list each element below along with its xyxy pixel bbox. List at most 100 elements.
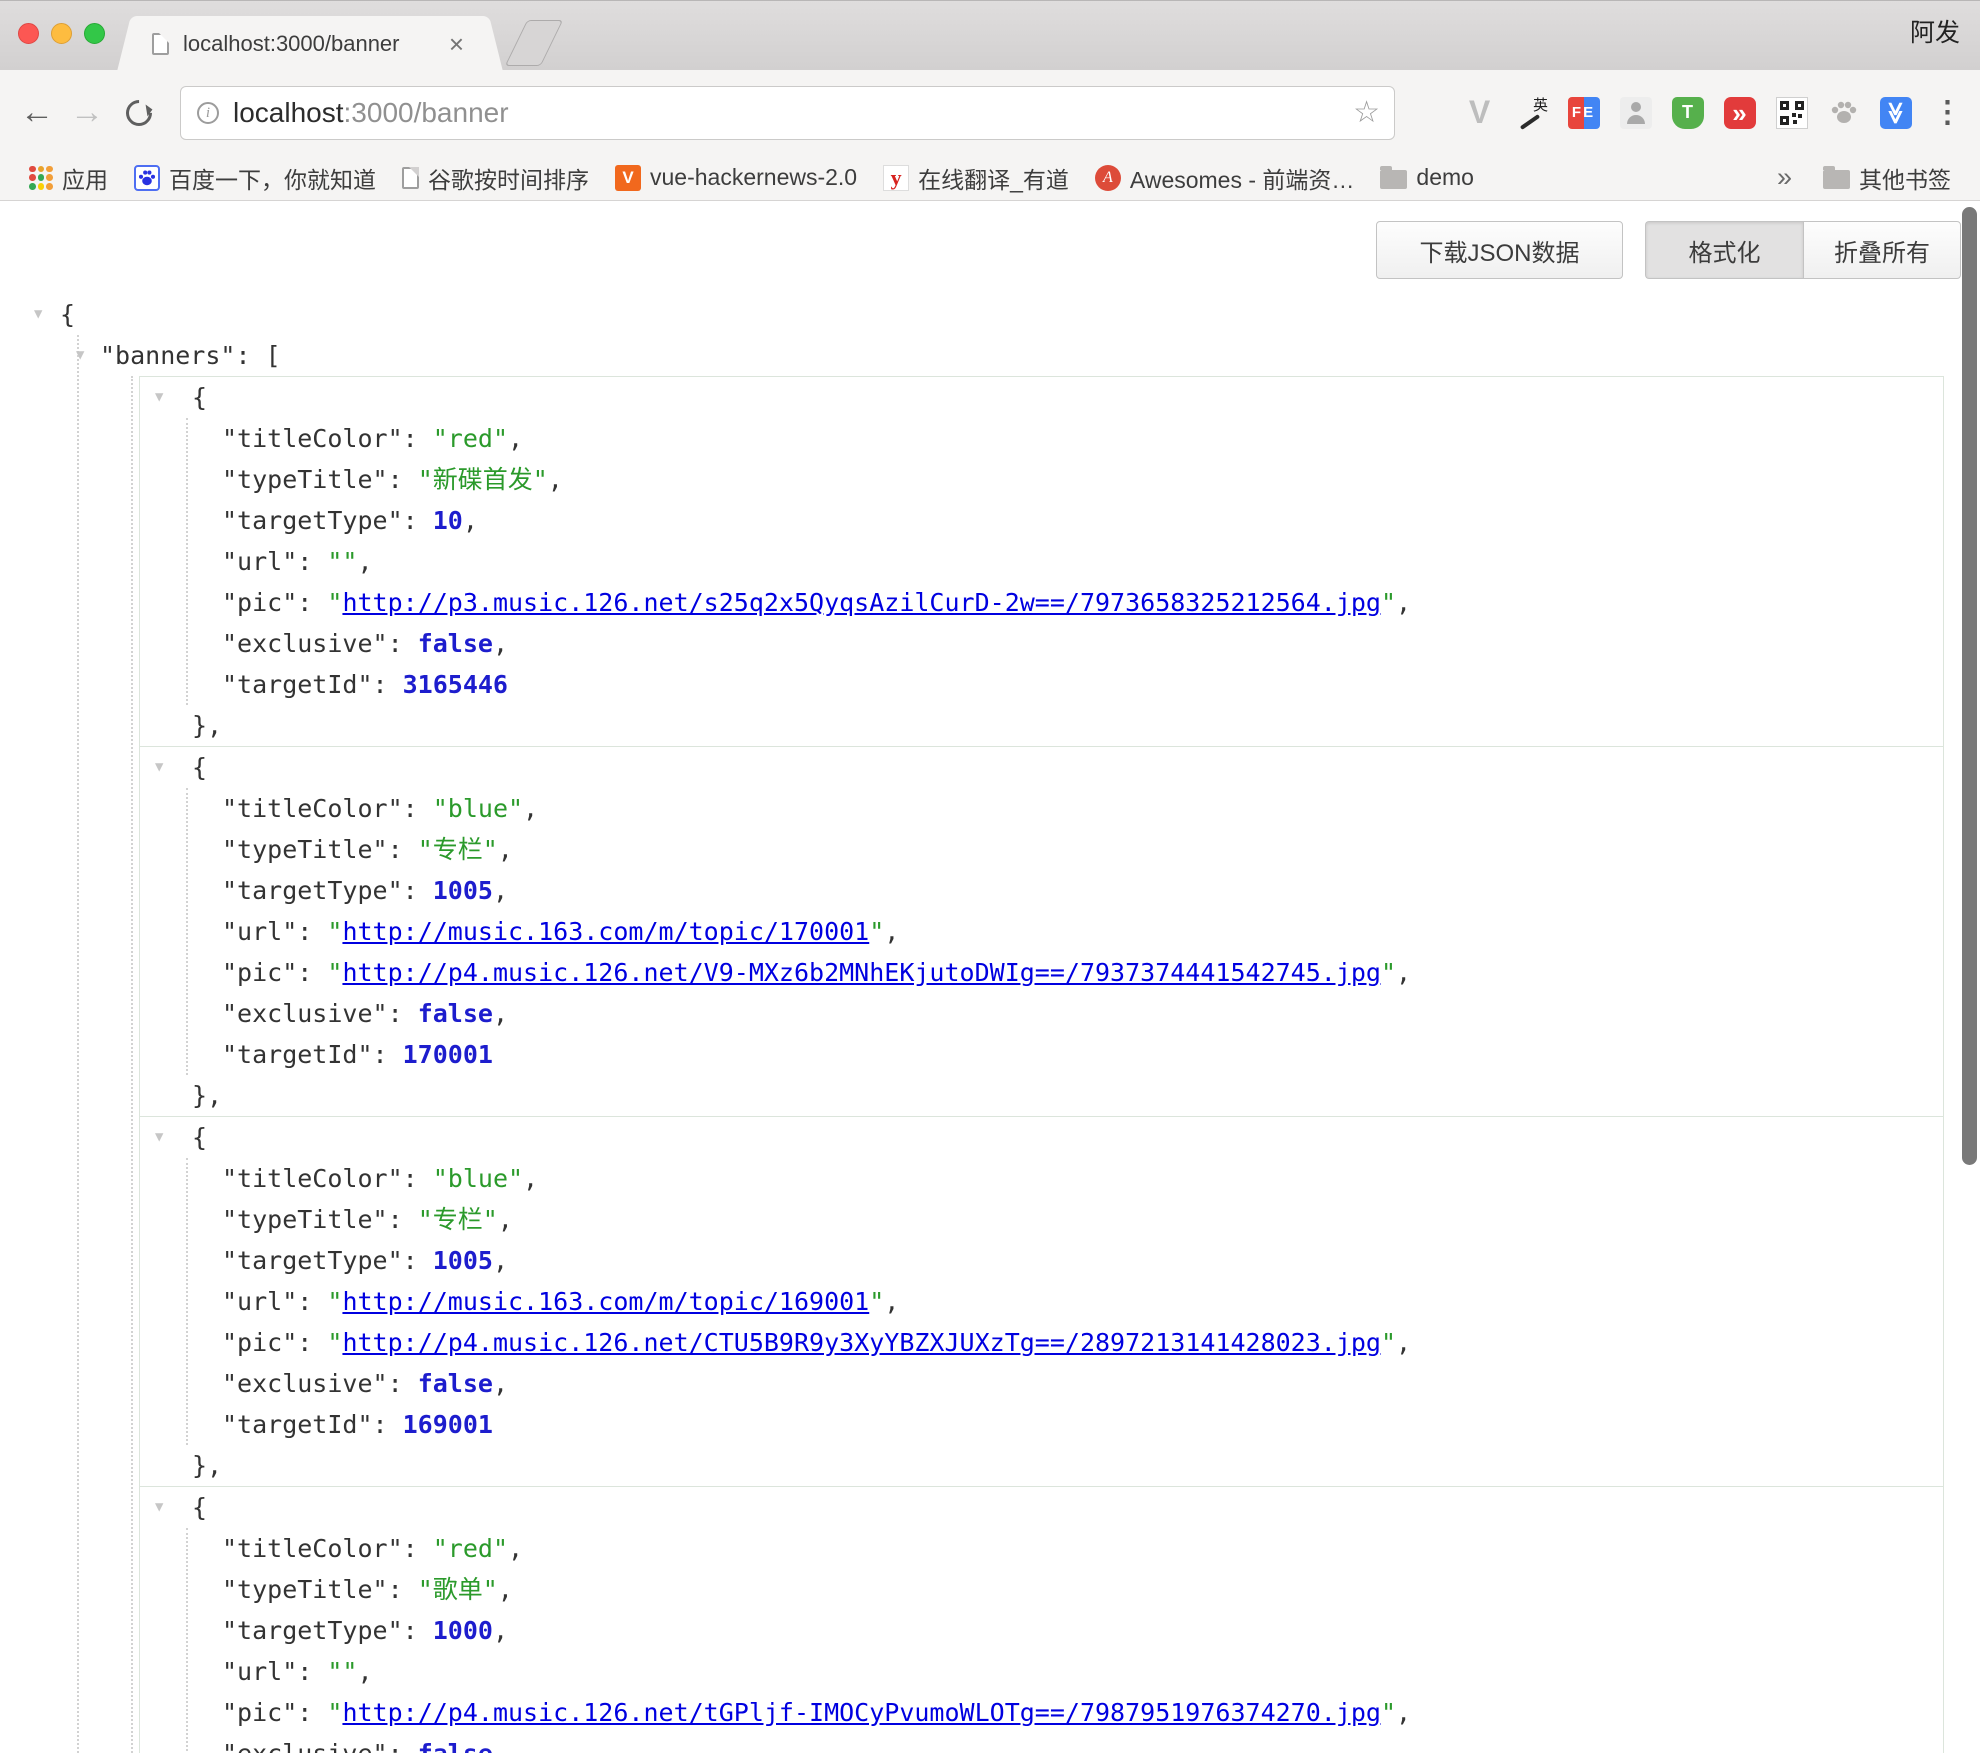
json-key: "pic" bbox=[222, 588, 297, 617]
format-button[interactable]: 格式化 bbox=[1645, 221, 1803, 279]
json-key: "url" bbox=[222, 1657, 297, 1686]
json-line: "targetType": 10, bbox=[140, 500, 1943, 541]
user-agent-icon[interactable] bbox=[1617, 94, 1654, 131]
json-key: "exclusive" bbox=[222, 1369, 388, 1398]
doc-icon bbox=[402, 167, 419, 189]
bookmark-item[interactable]: 百度一下，你就知道 bbox=[121, 155, 389, 200]
tampermonkey-icon[interactable]: T bbox=[1669, 94, 1706, 131]
json-literal-value: 1005 bbox=[433, 876, 493, 905]
json-string-value: "专栏" bbox=[418, 1205, 498, 1234]
fast-forward-icon[interactable]: » bbox=[1721, 94, 1758, 131]
browser-toolbar: ← → i localhost:3000/banner ☆ V英 FE T » ≫ ⋮ bbox=[0, 70, 1980, 155]
json-url-link[interactable]: http://music.163.com/m/topic/170001 bbox=[342, 917, 869, 946]
json-line: ▼{ bbox=[140, 1117, 1943, 1158]
collapse-toggle-icon[interactable]: ▼ bbox=[76, 335, 84, 376]
bookmark-item[interactable]: 应用 bbox=[16, 155, 121, 200]
json-string-value: "" bbox=[327, 547, 357, 576]
json-line: ▼{ bbox=[140, 377, 1943, 418]
json-line: "url": "", bbox=[140, 541, 1943, 582]
json-key: "typeTitle" bbox=[222, 1575, 388, 1604]
qr-code-icon[interactable] bbox=[1773, 94, 1810, 131]
other-bookmarks-folder[interactable]: 其他书签 bbox=[1810, 155, 1964, 200]
collapse-toggle-icon[interactable]: ▼ bbox=[155, 1487, 163, 1528]
address-bar[interactable]: i localhost:3000/banner ☆ bbox=[180, 86, 1395, 140]
json-key: "targetId" bbox=[222, 670, 373, 699]
apps-icon bbox=[29, 166, 53, 190]
json-literal-value: 1005 bbox=[433, 1246, 493, 1275]
json-string-value: "歌单" bbox=[418, 1575, 498, 1604]
json-line: }, bbox=[140, 1075, 1943, 1116]
indent-guide bbox=[77, 335, 79, 1753]
extensions-row: V英 FE T » ≫ ⋮ bbox=[1461, 94, 1980, 131]
collapse-toggle-icon[interactable]: ▼ bbox=[155, 377, 163, 418]
minimize-window-button[interactable] bbox=[51, 23, 72, 44]
json-line: "pic": "http://p3.music.126.net/s25q2x5Q… bbox=[140, 582, 1943, 623]
json-line: "targetType": 1000, bbox=[140, 1610, 1943, 1651]
json-key: "exclusive" bbox=[222, 1739, 388, 1753]
json-key: "targetId" bbox=[222, 1410, 373, 1439]
bookmark-label: 百度一下，你就知道 bbox=[169, 161, 376, 195]
json-url-link[interactable]: http://p4.music.126.net/V9-MXz6b2MNhEKju… bbox=[342, 958, 1381, 987]
collapse-toggle-icon[interactable]: ▼ bbox=[155, 747, 163, 788]
collapse-toggle-icon[interactable]: ▼ bbox=[34, 294, 42, 335]
json-key: "pic" bbox=[222, 958, 297, 987]
json-url-link[interactable]: http://p3.music.126.net/s25q2x5QyqsAzilC… bbox=[342, 588, 1381, 617]
tab-title: localhost:3000/banner bbox=[183, 31, 433, 57]
close-window-button[interactable] bbox=[18, 23, 39, 44]
url-host: localhost bbox=[233, 97, 344, 128]
bookmark-item[interactable]: 谷歌按时间排序 bbox=[389, 155, 602, 200]
traffic-lights bbox=[18, 23, 105, 44]
json-key: "titleColor" bbox=[222, 1534, 403, 1563]
json-literal-value: 10 bbox=[433, 506, 463, 535]
bookmarks-overflow-chevron[interactable]: » bbox=[1759, 162, 1810, 193]
json-key: "targetType" bbox=[222, 1246, 403, 1275]
window-titlebar: localhost:3000/banner × 阿发 bbox=[0, 0, 1980, 70]
bookmark-item[interactable]: y在线翻译_有道 bbox=[870, 155, 1082, 200]
json-line: "exclusive": false bbox=[140, 1733, 1943, 1753]
fe-helper-icon[interactable]: FE bbox=[1565, 94, 1602, 131]
menu-dots-icon[interactable]: ⋮ bbox=[1929, 94, 1966, 131]
zoom-window-button[interactable] bbox=[84, 23, 105, 44]
profile-name[interactable]: 阿发 bbox=[1910, 1, 1960, 71]
bookmark-item[interactable]: AAwesomes - 前端资… bbox=[1082, 155, 1368, 200]
bookmark-star-icon[interactable]: ☆ bbox=[1353, 95, 1380, 130]
json-literal-value: false bbox=[418, 1739, 493, 1753]
json-key: "typeTitle" bbox=[222, 1205, 388, 1234]
blue-chevrons-icon[interactable]: ≫ bbox=[1877, 94, 1914, 131]
json-key: "titleColor" bbox=[222, 794, 403, 823]
json-literal-value: false bbox=[418, 1369, 493, 1398]
reload-button[interactable] bbox=[121, 94, 158, 131]
new-tab-button[interactable] bbox=[505, 20, 563, 66]
json-line: "titleColor": "blue", bbox=[140, 1158, 1943, 1199]
bookmark-item[interactable]: demo bbox=[1367, 155, 1487, 200]
collapse-all-button[interactable]: 折叠所有 bbox=[1803, 221, 1961, 279]
url-text: localhost:3000/banner bbox=[233, 97, 509, 129]
json-key: "url" bbox=[222, 1287, 297, 1316]
json-key: "titleColor" bbox=[222, 424, 403, 453]
json-line: "pic": "http://p4.music.126.net/tGPljf-I… bbox=[140, 1692, 1943, 1733]
vertical-scrollbar[interactable] bbox=[1962, 207, 1977, 1165]
paw-icon[interactable] bbox=[1825, 94, 1862, 131]
json-line: }, bbox=[140, 1445, 1943, 1486]
json-key: "pic" bbox=[222, 1698, 297, 1727]
collapse-toggle-icon[interactable]: ▼ bbox=[155, 1117, 163, 1158]
vue-devtools-icon[interactable]: V bbox=[1461, 94, 1498, 131]
folder-icon bbox=[1380, 170, 1407, 189]
bookmark-label: 应用 bbox=[62, 161, 108, 195]
json-url-link[interactable]: http://p4.music.126.net/tGPljf-IMOCyPvum… bbox=[342, 1698, 1381, 1727]
json-key: "targetId" bbox=[222, 1040, 373, 1069]
browser-tab[interactable]: localhost:3000/banner × bbox=[140, 16, 480, 71]
download-json-button[interactable]: 下载JSON数据 bbox=[1376, 221, 1623, 279]
json-url-link[interactable]: http://p4.music.126.net/CTU5B9R9y3XyYBZX… bbox=[342, 1328, 1381, 1357]
json-url-link[interactable]: http://music.163.com/m/topic/169001 bbox=[342, 1287, 869, 1316]
json-array-item: ▼{"titleColor": "blue","typeTitle": "专栏"… bbox=[139, 746, 1944, 1117]
folder-icon bbox=[1823, 170, 1850, 189]
json-line: "targetId": 3165446 bbox=[140, 664, 1943, 705]
back-button[interactable]: ← bbox=[12, 93, 62, 132]
bookmark-item[interactable]: Vvue-hackernews-2.0 bbox=[602, 155, 870, 200]
json-line: "typeTitle": "专栏", bbox=[140, 829, 1943, 870]
page-info-icon[interactable]: i bbox=[197, 102, 219, 124]
forward-button[interactable]: → bbox=[62, 93, 112, 132]
translate-icon[interactable]: 英 bbox=[1513, 94, 1550, 131]
tab-close-icon[interactable]: × bbox=[449, 33, 464, 55]
